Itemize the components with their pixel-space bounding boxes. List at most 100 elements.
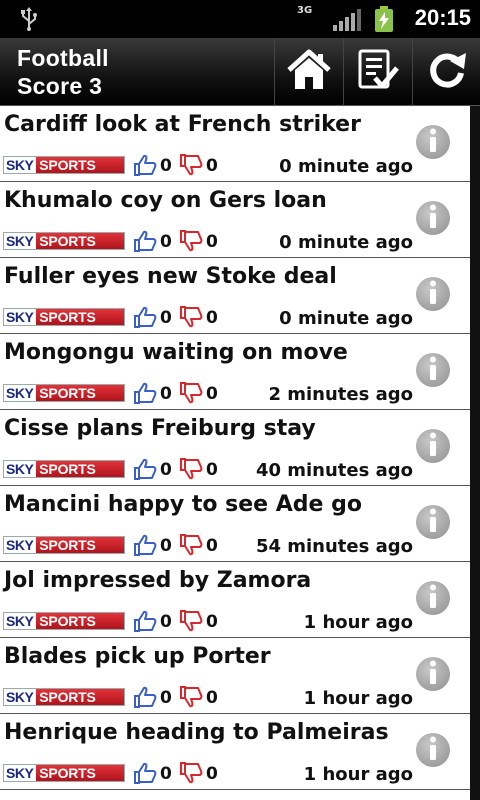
source-logo-part1: SKY <box>4 233 37 249</box>
news-list[interactable]: Cardiff look at French striker SKY SPORT… <box>0 106 470 800</box>
news-headline: Fuller eyes new Stoke deal <box>4 264 337 289</box>
news-meta: SKY SPORTS 0 0 0 minute ago <box>3 306 413 329</box>
news-time: 1 hour ago <box>303 764 413 785</box>
app-title-line2: Score 3 <box>17 73 103 99</box>
thumbs-down-icon[interactable] <box>179 534 203 560</box>
source-logo-part1: SKY <box>4 537 37 553</box>
news-item[interactable]: Mongongu waiting on move SKY SPORTS 0 0 … <box>0 334 470 410</box>
thumbs-down-icon[interactable] <box>179 610 203 636</box>
info-button[interactable] <box>416 505 450 539</box>
refresh-button[interactable] <box>412 38 480 106</box>
home-button[interactable] <box>274 38 342 106</box>
thumbs-up-icon[interactable] <box>133 458 157 484</box>
info-icon <box>428 508 438 536</box>
news-headline: Mancini happy to see Ade go <box>4 492 362 517</box>
news-headline: Cisse plans Freiburg stay <box>4 416 316 441</box>
app-bar: Football Score 3 <box>0 38 480 106</box>
thumbs-down-icon[interactable] <box>179 306 203 332</box>
thumbs-down-icon[interactable] <box>179 382 203 408</box>
source-logo-part1: SKY <box>4 765 37 781</box>
info-icon <box>428 736 438 764</box>
source-logo-part1: SKY <box>4 309 37 325</box>
news-headline: Blades pick up Porter <box>4 644 271 669</box>
network-type-label: 3G <box>297 5 313 16</box>
info-button[interactable] <box>416 657 450 691</box>
dislikes-count: 0 <box>206 232 218 252</box>
news-meta: SKY SPORTS 0 0 0 minute ago <box>3 154 413 177</box>
thumbs-down-icon[interactable] <box>179 458 203 484</box>
news-item[interactable]: Blades pick up Porter SKY SPORTS 0 0 1 h… <box>0 638 470 714</box>
dislikes-count: 0 <box>206 308 218 328</box>
info-button[interactable] <box>416 353 450 387</box>
checklist-button[interactable] <box>343 38 411 106</box>
source-logo-part2: SPORTS <box>36 537 124 553</box>
thumbs-up-icon[interactable] <box>133 610 157 636</box>
news-time: 0 minute ago <box>279 308 413 329</box>
dislikes-count: 0 <box>206 156 218 176</box>
info-button[interactable] <box>416 733 450 767</box>
sky-sports-logo: SKY SPORTS <box>3 384 125 402</box>
info-icon <box>428 204 438 232</box>
home-icon <box>286 49 332 95</box>
sky-sports-logo: SKY SPORTS <box>3 460 125 478</box>
news-item[interactable]: Henrique heading to Palmeiras SKY SPORTS… <box>0 714 470 790</box>
dislikes-count: 0 <box>206 460 218 480</box>
source-logo-part2: SPORTS <box>36 309 124 325</box>
info-icon <box>428 660 438 688</box>
thumbs-up-icon[interactable] <box>133 230 157 256</box>
likes-count: 0 <box>160 688 172 708</box>
news-item[interactable]: Fuller eyes new Stoke deal SKY SPORTS 0 … <box>0 258 470 334</box>
info-button[interactable] <box>416 277 450 311</box>
news-item[interactable]: Cisse plans Freiburg stay SKY SPORTS 0 0… <box>0 410 470 486</box>
source-logo-part1: SKY <box>4 461 37 477</box>
info-button[interactable] <box>416 429 450 463</box>
info-button[interactable] <box>416 201 450 235</box>
news-headline: Jol impressed by Zamora <box>4 568 312 593</box>
news-headline: Mongongu waiting on move <box>4 340 348 365</box>
usb-icon <box>20 7 38 35</box>
info-icon <box>428 432 438 460</box>
news-item[interactable]: Khumalo coy on Gers loan SKY SPORTS 0 0 … <box>0 182 470 258</box>
app-title: Football Score 3 <box>17 44 109 100</box>
news-meta: SKY SPORTS 0 0 1 hour ago <box>3 686 413 709</box>
dislikes-count: 0 <box>206 688 218 708</box>
news-item[interactable]: Cardiff look at French striker SKY SPORT… <box>0 106 470 182</box>
news-meta: SKY SPORTS 0 0 54 minutes ago <box>3 534 413 557</box>
sky-sports-logo: SKY SPORTS <box>3 156 125 174</box>
scrollbar[interactable] <box>470 106 480 800</box>
news-time: 1 hour ago <box>303 612 413 633</box>
thumbs-down-icon[interactable] <box>179 762 203 788</box>
source-logo-part1: SKY <box>4 157 37 173</box>
source-logo-part1: SKY <box>4 689 37 705</box>
news-meta: SKY SPORTS 0 0 1 hour ago <box>3 762 413 785</box>
news-time: 40 minutes ago <box>255 460 413 481</box>
thumbs-down-icon[interactable] <box>179 154 203 180</box>
info-button[interactable] <box>416 581 450 615</box>
news-meta: SKY SPORTS 0 0 2 minutes ago <box>3 382 413 405</box>
thumbs-down-icon[interactable] <box>179 230 203 256</box>
thumbs-up-icon[interactable] <box>133 306 157 332</box>
thumbs-up-icon[interactable] <box>133 762 157 788</box>
news-time: 0 minute ago <box>279 156 413 177</box>
thumbs-up-icon[interactable] <box>133 534 157 560</box>
news-headline: Cardiff look at French striker <box>4 112 361 137</box>
likes-count: 0 <box>160 612 172 632</box>
info-button[interactable] <box>416 125 450 159</box>
source-logo-part2: SPORTS <box>36 613 124 629</box>
news-item[interactable]: Mancini happy to see Ade go SKY SPORTS 0… <box>0 486 470 562</box>
likes-count: 0 <box>160 764 172 784</box>
thumbs-up-icon[interactable] <box>133 154 157 180</box>
likes-count: 0 <box>160 460 172 480</box>
thumbs-up-icon[interactable] <box>133 382 157 408</box>
news-time: 1 hour ago <box>303 688 413 709</box>
thumbs-down-icon[interactable] <box>179 686 203 712</box>
news-meta: SKY SPORTS 0 0 0 minute ago <box>3 230 413 253</box>
likes-count: 0 <box>160 156 172 176</box>
thumbs-up-icon[interactable] <box>133 686 157 712</box>
news-item[interactable]: Jol impressed by Zamora SKY SPORTS 0 0 1… <box>0 562 470 638</box>
sky-sports-logo: SKY SPORTS <box>3 232 125 250</box>
battery-charging-icon <box>374 6 394 36</box>
refresh-icon <box>426 49 468 95</box>
source-logo-part1: SKY <box>4 385 37 401</box>
sky-sports-logo: SKY SPORTS <box>3 688 125 706</box>
